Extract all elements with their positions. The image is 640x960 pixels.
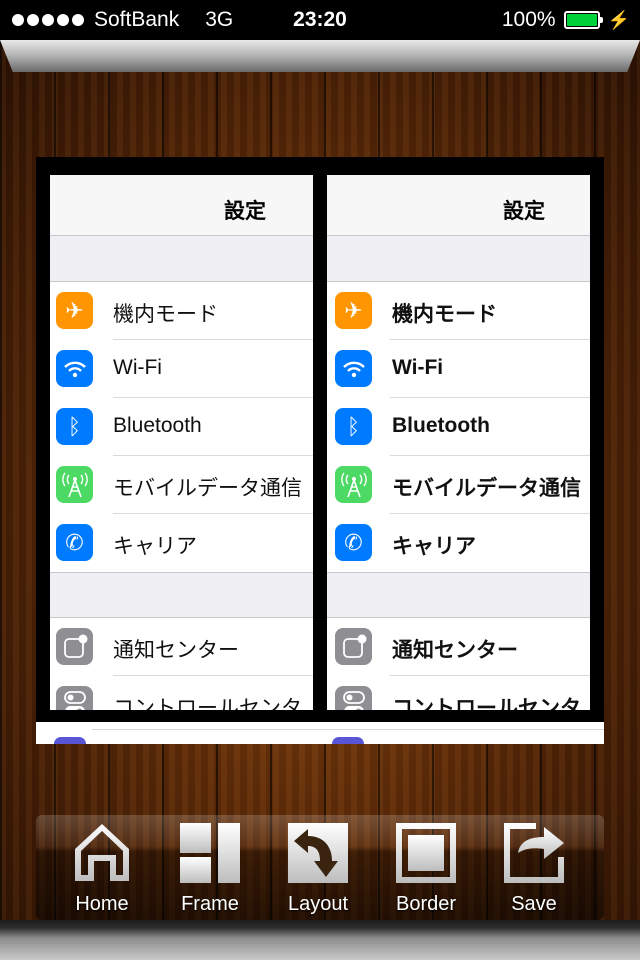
settings-row-label: Bluetooth — [392, 414, 490, 437]
airplane-icon: ✈ — [56, 292, 93, 329]
settings-row[interactable]: Wi-Fi — [327, 340, 590, 398]
layout-icon — [288, 823, 348, 883]
phone-icon: ✆ — [56, 524, 93, 561]
notification-center-icon — [335, 628, 372, 665]
save-share-icon — [504, 823, 564, 883]
settings-title: 設定 — [503, 200, 545, 223]
settings-row[interactable]: 通知センター — [327, 618, 590, 676]
home-button[interactable]: Home — [52, 821, 152, 921]
battery-icon — [563, 11, 603, 29]
nav-bar: 設定 — [50, 175, 313, 236]
settings-row[interactable]: Wi-Fi — [50, 340, 313, 398]
frame-divider — [313, 175, 327, 710]
settings-row-label: キャリア — [392, 535, 476, 558]
charging-bolt-icon: ⚡ — [607, 9, 630, 30]
settings-row[interactable]: ᛒ Bluetooth — [327, 398, 590, 456]
settings-row[interactable]: ✆ キャリア — [50, 514, 313, 572]
section-gap — [327, 236, 590, 282]
screenshot-panel-right[interactable]: 設定 ✈ 機内モード Wi-Fi ᛒ Bluetooth モバイルデータ通信 ✆ キャリア通知セ… — [327, 175, 590, 710]
settings-row-label: 機内モード — [113, 303, 218, 326]
bottom-toolbar: Home Frame Layout Border Save — [36, 815, 604, 920]
settings-row-label: Wi-Fi — [113, 356, 162, 379]
section-gap — [50, 236, 313, 282]
settings-row-label: 機内モード — [392, 303, 497, 326]
settings-row[interactable]: ᛒ Bluetooth — [50, 398, 313, 456]
settings-row-label: モバイルデータ通信 — [392, 477, 581, 500]
notification-center-icon — [56, 628, 93, 665]
bluetooth-icon: ᛒ — [56, 408, 93, 445]
frame-icon — [180, 823, 240, 883]
save-label: Save — [511, 893, 557, 915]
settings-row[interactable]: ✈ 機内モード — [327, 282, 590, 340]
settings-row-label: 通知センター — [392, 639, 518, 662]
settings-row-label: コントロールセンタ — [392, 697, 581, 710]
battery-percent: 100% — [501, 8, 556, 31]
settings-row[interactable]: ✈ 機内モード — [50, 282, 313, 340]
phone-icon: ✆ — [335, 524, 372, 561]
bluetooth-icon: ᛒ — [335, 408, 372, 445]
settings-row-label: Bluetooth — [113, 414, 202, 437]
layout-button[interactable]: Layout — [268, 821, 368, 921]
cellular-icon — [56, 466, 93, 503]
settings-row[interactable]: ✆ キャリア — [327, 514, 590, 572]
home-label: Home — [75, 893, 129, 915]
settings-row[interactable]: コントロールセンタ — [327, 676, 590, 710]
frame-label: Frame — [181, 893, 239, 915]
border-label: Border — [395, 893, 457, 915]
settings-row-label: Wi-Fi — [392, 356, 444, 379]
settings-row-label: 通知センター — [113, 639, 239, 662]
wifi-icon — [335, 350, 372, 387]
home-icon — [75, 824, 129, 881]
settings-row-label: キャリア — [113, 535, 197, 558]
screenshot-panel-left[interactable]: 設定 ✈ 機内モード Wi-Fi ᛒ Bluetooth モバイルデータ通信 ✆ キャリア通知セ… — [50, 175, 313, 710]
nav-bar: 設定 — [327, 175, 590, 236]
frame-button[interactable]: Frame — [160, 821, 260, 921]
layout-label: Layout — [287, 893, 349, 915]
shelf-bottom — [0, 920, 640, 960]
save-button[interactable]: Save — [484, 821, 584, 921]
settings-row[interactable]: モバイルデータ通信 — [327, 456, 590, 514]
control-center-icon — [56, 686, 93, 710]
control-center-icon — [335, 686, 372, 710]
settings-row-label: コントロールセンタ — [113, 697, 302, 710]
airplane-icon: ✈ — [335, 292, 372, 329]
settings-row[interactable]: 通知センター — [50, 618, 313, 676]
settings-row[interactable]: モバイルデータ通信 — [50, 456, 313, 514]
settings-row-label: モバイルデータ通信 — [113, 477, 302, 500]
cellular-icon — [335, 466, 372, 503]
section-gap — [50, 572, 313, 618]
settings-row[interactable]: コントロールセンタ — [50, 676, 313, 710]
status-bar: SoftBank 3G 23:20 100% ⚡ — [0, 0, 640, 40]
border-icon — [396, 823, 456, 883]
border-button[interactable]: Border — [376, 821, 476, 921]
shelf-top — [0, 40, 640, 72]
settings-title: 設定 — [224, 200, 266, 223]
wifi-icon — [56, 350, 93, 387]
section-gap — [327, 572, 590, 618]
frame-overflow-strip — [36, 722, 604, 744]
